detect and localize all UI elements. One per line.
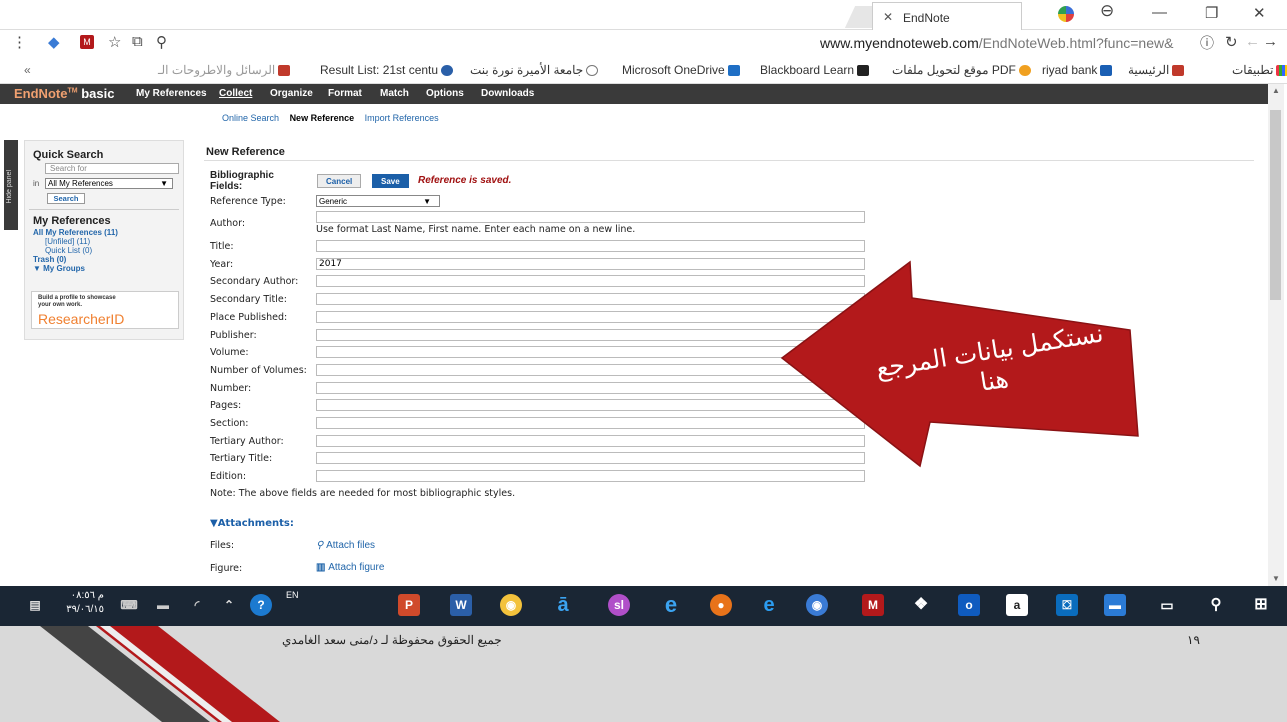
sl-app-icon[interactable]: sl bbox=[608, 594, 630, 616]
language-indicator[interactable]: EN bbox=[286, 590, 299, 600]
network-icon[interactable]: ▬ bbox=[152, 594, 174, 616]
task-view-icon[interactable]: ▭ bbox=[1156, 594, 1178, 616]
slide-frame: ✕ EndNote ⊖ — ❐ ✕ ⋮ ◆ M ☆ ⧉ ⚲ www.myendn… bbox=[0, 0, 1287, 722]
amazon-icon[interactable]: a bbox=[1006, 594, 1028, 616]
slide-number: ١٩ bbox=[1187, 633, 1200, 647]
chrome-icon[interactable]: ◉ bbox=[500, 594, 522, 616]
outlook-icon[interactable]: o bbox=[958, 594, 980, 616]
firefox-icon[interactable]: ● bbox=[710, 594, 732, 616]
ie-icon[interactable]: e bbox=[758, 594, 780, 616]
app-icon[interactable]: ā bbox=[552, 594, 574, 616]
store-icon[interactable]: ⛋ bbox=[1056, 594, 1078, 616]
windows-start-icon[interactable]: ⊞ bbox=[1250, 594, 1272, 616]
word-icon[interactable]: W bbox=[450, 594, 472, 616]
edge-icon[interactable]: e bbox=[660, 594, 682, 616]
powerpoint-icon[interactable]: P bbox=[398, 594, 420, 616]
mendeley-taskbar-icon[interactable]: M bbox=[862, 594, 884, 616]
dropbox-icon[interactable]: ❖ bbox=[910, 594, 932, 616]
globe-icon[interactable]: ◉ bbox=[806, 594, 828, 616]
keyboard-icon[interactable]: ⌨ bbox=[118, 594, 140, 616]
cortana-search-icon[interactable]: ⚲ bbox=[1205, 594, 1227, 616]
file-explorer-icon[interactable]: ▬ bbox=[1104, 594, 1126, 616]
wifi-icon[interactable]: ◜ bbox=[186, 594, 208, 616]
notifications-icon[interactable]: ▤ bbox=[24, 594, 46, 616]
chevron-up-icon[interactable]: ⌃ bbox=[218, 594, 240, 616]
copyright-footer: جميع الحقوق محفوظة لـ د/منى سعد الغامدي bbox=[282, 633, 502, 647]
help-icon[interactable]: ? bbox=[250, 594, 272, 616]
clock[interactable]: م ٠٨:٥٦ ٣٩/٠٦/١٥ bbox=[66, 589, 104, 617]
windows-taskbar: ⊞ ⚲ ▭ ▬ ⛋ a o ❖ M ◉ e ● e sl ā ◉ W P EN … bbox=[0, 586, 1287, 626]
